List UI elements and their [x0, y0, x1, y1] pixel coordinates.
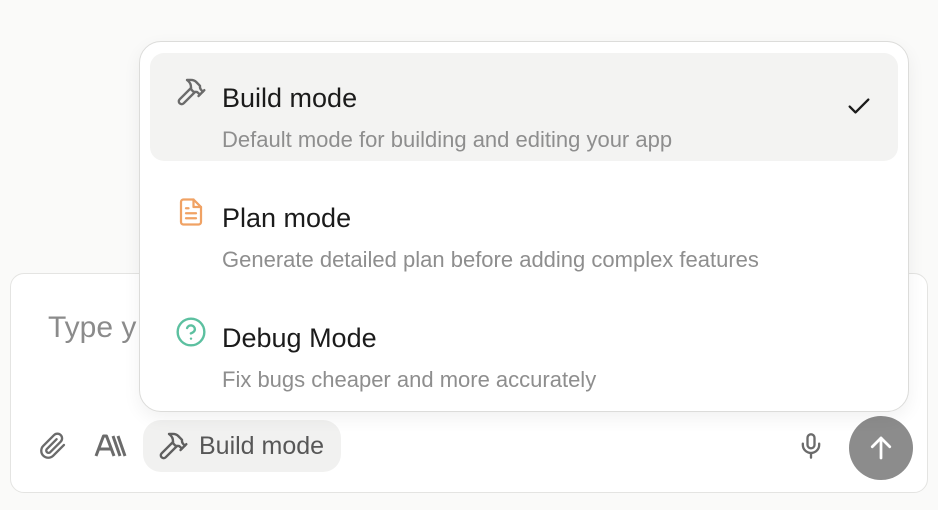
- mode-option-description: Default mode for building and editing yo…: [222, 127, 673, 152]
- checkmark-icon: [844, 91, 874, 121]
- text-style-button[interactable]: [91, 426, 131, 466]
- mode-selector-button[interactable]: Build mode: [143, 420, 341, 472]
- mode-option-debug[interactable]: Debug Mode Fix bugs cheaper and more acc…: [150, 293, 898, 401]
- mode-option-build[interactable]: Build mode Default mode for building and…: [150, 53, 898, 161]
- arrow-up-icon: [870, 436, 892, 460]
- mode-option-title: Debug Mode: [222, 323, 377, 353]
- document-icon: [174, 195, 208, 229]
- app-stage: Build mode Bu: [0, 0, 938, 510]
- microphone-button[interactable]: [793, 426, 829, 466]
- mode-option-title: Build mode: [222, 83, 358, 113]
- attach-button[interactable]: [35, 426, 71, 466]
- paperclip-icon: [40, 432, 66, 459]
- hammer-icon: [174, 75, 208, 109]
- mode-selector-label: Build mode: [199, 431, 325, 460]
- send-button[interactable]: [849, 416, 913, 480]
- mode-menu: Build mode Default mode for building and…: [139, 41, 909, 412]
- mode-option-description: Fix bugs cheaper and more accurately: [222, 367, 597, 392]
- question-circle-icon: [174, 315, 208, 349]
- mode-option-plan[interactable]: Plan mode Generate detailed plan before …: [150, 173, 898, 281]
- mode-option-title: Plan mode: [222, 203, 352, 233]
- microphone-icon: [801, 433, 821, 459]
- mode-option-description: Generate detailed plan before adding com…: [222, 247, 759, 272]
- text-style-icon: [94, 434, 127, 457]
- hammer-icon: [159, 432, 188, 460]
